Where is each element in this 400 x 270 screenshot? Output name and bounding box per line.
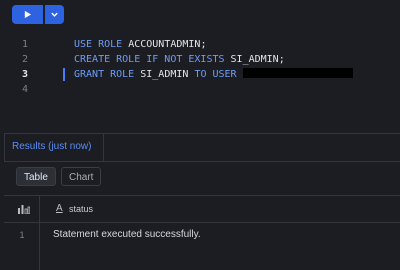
tab-results[interactable]: Results (just now) [4,134,104,162]
column-stats-icon[interactable] [18,205,30,214]
identifier: SI_ADMIN; [224,54,285,65]
play-icon [24,10,32,19]
line-number: 2 [21,54,28,65]
run-button[interactable] [12,5,43,24]
line-number: 1 [21,39,28,50]
redacted-username [242,68,353,78]
identifier: SI_ADMIN [134,69,195,80]
code-text: CREATE ROLE IF NOT EXISTS SI_ADMIN; [74,52,285,67]
results-panel: Results (just now) Table Chart A status … [4,133,400,270]
code-line: 2 CREATE ROLE IF NOT EXISTS SI_ADMIN; [0,52,400,67]
chart-view-button[interactable]: Chart [61,167,102,186]
run-options-button[interactable] [45,5,64,24]
status-cell[interactable]: Statement executed successfully. [53,223,201,247]
chevron-down-icon [51,12,58,17]
run-button-group [12,5,64,24]
column-header-status[interactable]: status [69,204,93,214]
active-line-marker [63,68,65,81]
text-type-icon: A [56,203,63,214]
results-tab-bar: Results (just now) [4,134,400,162]
code-text: GRANT ROLE SI_ADMIN TO USER [74,67,353,82]
keyword: USE ROLE [74,39,123,50]
code-line: 1 USE ROLE ACCOUNTADMIN; [0,37,400,52]
keyword: CREATE ROLE IF NOT EXISTS [74,54,225,65]
identifier: ACCOUNTADMIN; [122,39,207,50]
line-number: 4 [21,84,28,95]
code-line: 4 [0,82,400,97]
keyword: TO USER [194,69,237,80]
row-number: 1 [19,230,25,240]
keyword: GRANT ROLE [74,69,135,80]
code-text: USE ROLE ACCOUNTADMIN; [74,37,206,52]
code-line-active: 3 GRANT ROLE SI_ADMIN TO USER [0,67,400,82]
table-view-button[interactable]: Table [16,167,56,186]
results-table: A status 1 Statement executed successful… [4,195,400,270]
table-header: A status [4,196,400,223]
table-row: 1 Statement executed successfully. [4,223,400,247]
line-number: 3 [21,69,28,80]
sql-editor[interactable]: 1 USE ROLE ACCOUNTADMIN; 2 CREATE ROLE I… [0,37,400,97]
